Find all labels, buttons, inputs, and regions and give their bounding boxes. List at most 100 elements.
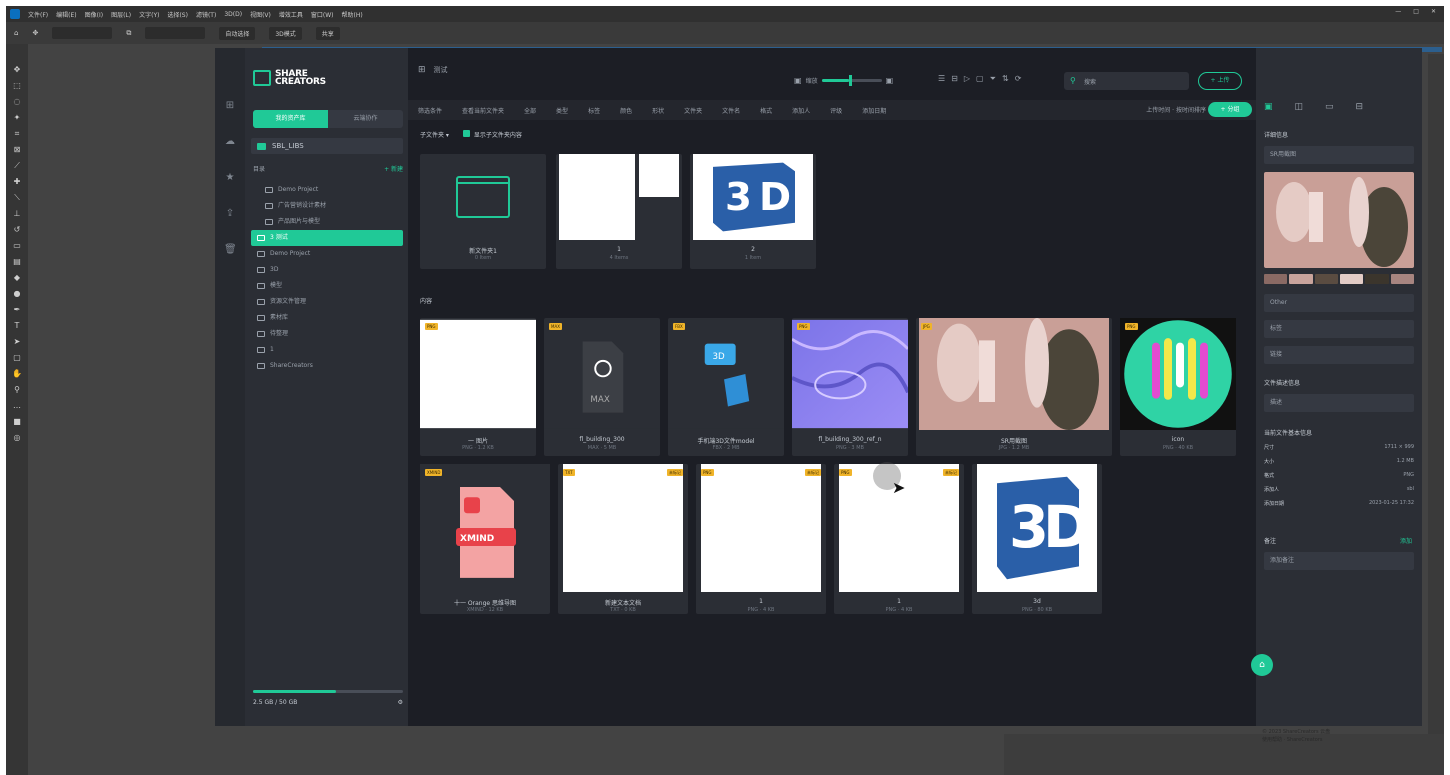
grid-view-icon[interactable]: ⊟ [951,74,958,84]
move-tool-icon[interactable]: ✥ [32,29,38,37]
sort-info[interactable]: 上传时间 · 按时间排序 [1146,105,1206,114]
show-subfolder-checkbox[interactable]: 显示子文件夹内容 [462,130,522,139]
eyedropper-icon[interactable]: ⟋ [12,160,22,171]
tab-my-library[interactable]: 我的资产库 [253,110,328,128]
transform-icon[interactable]: ⧉ [126,29,131,38]
blur-icon[interactable]: ◆ [12,272,22,283]
menu-help[interactable]: 帮助(H) [342,10,363,19]
filter-all[interactable]: 全部 [524,106,536,115]
subfolder-toggle[interactable]: 子文件夹 ▾ [420,130,449,139]
list-view-icon[interactable]: ☰ [938,74,945,84]
library-icon[interactable]: ⊞ [224,100,236,112]
desc-field[interactable]: 描述 [1264,394,1414,412]
filter-current-folder[interactable]: 查看当前文件夹 [462,106,504,115]
trash-icon[interactable]: 🗑 [224,244,237,256]
breadcrumb[interactable]: 测试 [434,65,448,75]
new-folder-button[interactable]: + 新建 [384,164,403,173]
zoom-icon[interactable]: ⚲ [12,384,22,395]
tree-item[interactable]: ShareCreators [251,358,403,374]
3d-mode-label[interactable]: 3D模式 [269,26,302,40]
asset-card[interactable]: TXT 未标记 新建文本文档 TXT · 0 KB [558,464,688,614]
tree-item[interactable]: Demo Project [251,246,403,262]
tree-item[interactable]: 产品图片与模型 [251,214,403,230]
hand-icon[interactable]: ✋ [12,368,22,379]
filter-filename[interactable]: 文件名 [722,106,740,115]
eraser-icon[interactable]: ▭ [12,240,22,251]
menu-edit[interactable]: 编辑(E) [56,10,76,19]
filter-color[interactable]: 颜色 [620,106,632,115]
asset-card[interactable]: 3D FBX 手机端3D文件model FBX · 2 MB [668,318,784,456]
storage-settings-icon[interactable]: ⚙ [398,699,403,706]
color-swatch-icon[interactable]: ■ [12,416,22,427]
palette-swatch[interactable] [1339,274,1364,284]
close-icon[interactable]: ✕ [1431,8,1436,15]
zoom-knob[interactable] [848,75,852,86]
sort-icon[interactable]: ⇅ [1002,74,1009,84]
frame-icon[interactable]: ⊠ [12,144,22,155]
info-tab-icon[interactable]: ▣ [1264,102,1273,112]
auto-select-label[interactable]: 自动选择 [219,26,256,40]
filter-date[interactable]: 添加日期 [862,106,886,115]
zoom-slider[interactable] [821,75,882,86]
dodge-icon[interactable]: ● [12,288,22,299]
lasso-icon[interactable]: ◌ [12,96,22,107]
pen-icon[interactable]: ✒ [12,304,22,315]
home-icon[interactable]: ⌂ [14,29,18,37]
palette-swatch[interactable] [1314,274,1338,284]
palette-swatch[interactable] [1289,274,1313,284]
palette-swatch[interactable] [1264,274,1288,284]
star-icon[interactable]: ★ [224,172,236,184]
tree-item[interactable]: Demo Project [251,182,403,198]
frame-view-icon[interactable]: ▢ [976,74,984,84]
path-select-icon[interactable]: ➤ [12,336,22,347]
maximize-icon[interactable]: □ [1413,8,1419,15]
menu-file[interactable]: 文件(F) [28,10,48,19]
history-tab-icon[interactable]: ⊟ [1356,102,1364,112]
footnote-line2[interactable]: 使用帮助 · ShareCreators [1262,736,1330,744]
cloud-icon[interactable]: ☁ [224,136,236,148]
asset-card[interactable]: 3D 2 1 Item [690,154,816,269]
tree-item[interactable]: 1 [251,342,403,358]
align-dropdown[interactable] [145,27,206,39]
tree-item[interactable]: 广告营销设计素材 [251,198,403,214]
asset-card[interactable]: MAX MAX fl_building_300 MAX · 5 MB [544,318,660,456]
palette-swatch[interactable] [1365,274,1389,284]
heal-icon[interactable]: ✚ [12,176,22,187]
preview-tab-icon[interactable]: ◫ [1295,102,1304,112]
asset-card[interactable]: PNG 一 图片 PNG · 1.2 KB [420,318,536,456]
tree-item[interactable]: 资源文件管理 [251,294,403,310]
note-field[interactable]: 添加备注 [1264,552,1414,570]
shape-icon[interactable]: ▢ [12,352,22,363]
search-input[interactable]: ⚲ 搜索 [1064,72,1189,90]
refresh-icon[interactable]: ⟳ [1015,74,1022,84]
crop-icon[interactable]: ⌗ [12,128,22,139]
menu-layer[interactable]: 图层(L) [111,10,131,19]
gradient-icon[interactable]: ▤ [12,256,22,267]
add-note-button[interactable]: 添加 [1400,536,1412,545]
asset-card[interactable]: PNG icon PNG · 40 KB [1120,318,1236,456]
upload-button[interactable]: + 上传 [1198,72,1242,90]
asset-card[interactable]: JPG SR用截图 JPG · 1.2 MB [916,318,1112,456]
brush-icon[interactable]: ⟍ [12,192,22,203]
filter-folder[interactable]: 文件夹 [684,106,702,115]
more-tools-icon[interactable]: … [12,400,22,411]
menu-filter[interactable]: 滤镜(T) [196,10,216,19]
scroll-top-button[interactable]: ⌂ [1251,654,1273,676]
tab-cloud-collab[interactable]: 云端协作 [328,110,403,128]
palette-swatch[interactable] [1390,274,1414,284]
filter-added-by[interactable]: 添加人 [792,106,810,115]
menu-type[interactable]: 文字(Y) [139,10,159,19]
asset-card[interactable]: PNG 未标记 1 PNG · 4 KB [696,464,826,614]
menu-window[interactable]: 窗口(W) [311,10,334,19]
asset-card[interactable]: 3 D 3d PNG · 80 KB [972,464,1102,614]
filter-rating[interactable]: 评级 [830,106,842,115]
text-icon[interactable]: T [12,320,22,331]
name-field[interactable]: SR用截图 [1264,146,1414,164]
tree-item[interactable]: 3D [251,262,403,278]
filter-format[interactable]: 格式 [760,106,772,115]
asset-card[interactable]: 1 4 Items [556,154,682,269]
category-select[interactable]: Other [1264,294,1414,312]
menu-view[interactable]: 视图(V) [250,10,271,19]
menu-plugins[interactable]: 增效工具 [279,10,303,19]
menu-image[interactable]: 图像(I) [85,10,103,19]
